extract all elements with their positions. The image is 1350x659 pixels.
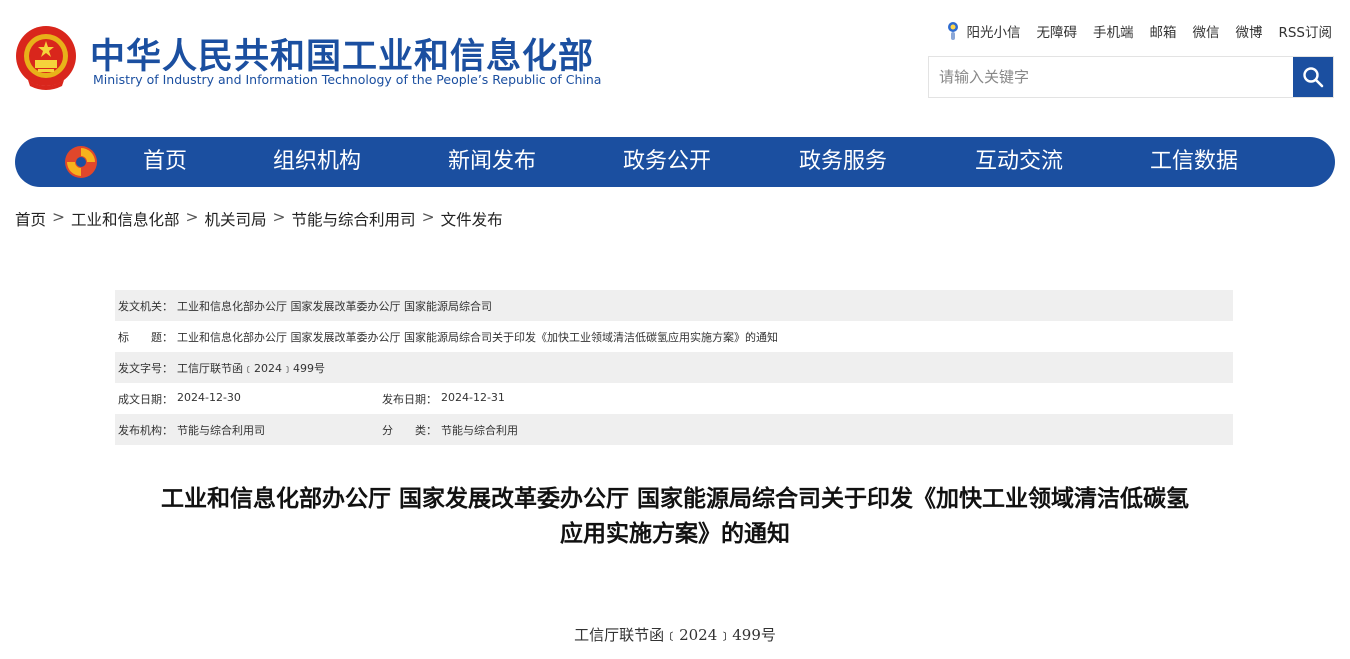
nav-item-data[interactable]: 工信数据 xyxy=(1150,137,1238,187)
site-header: 中华人民共和国工业和信息化部 Ministry of Industry and … xyxy=(0,0,1350,130)
meta-row-dates: 成文日期： 2024-12-30 发布日期： 2024-12-31 xyxy=(115,383,1233,414)
breadcrumb-separator: > xyxy=(272,208,286,226)
meta-label: 分 类： xyxy=(382,423,437,437)
meta-label: 成文日期： xyxy=(118,392,173,406)
national-emblem-icon[interactable] xyxy=(14,24,78,92)
meta-cell-org: 发布机构： 节能与综合利用司 xyxy=(118,422,382,438)
breadcrumb-department[interactable]: 节能与综合利用司 xyxy=(292,208,416,230)
nav-item-interaction[interactable]: 互动交流 xyxy=(975,137,1063,187)
breadcrumb-ministry[interactable]: 工业和信息化部 xyxy=(71,208,180,230)
nav-item-organization[interactable]: 组织机构 xyxy=(273,137,361,187)
top-link-label: 阳光小信 xyxy=(966,25,1021,41)
breadcrumb-separator: > xyxy=(185,208,199,226)
meta-value: 2024-12-31 xyxy=(441,390,505,404)
meta-row-doc-number: 发文字号： 工信厅联节函﹝2024﹞499号 xyxy=(115,352,1233,383)
breadcrumb-departments[interactable]: 机关司局 xyxy=(205,208,267,230)
search-input[interactable] xyxy=(929,57,1293,97)
meta-value: 工信厅联节函﹝2024﹞499号 xyxy=(177,361,325,375)
main-nav: 首页 组织机构 新闻发布 政务公开 政务服务 互动交流 工信数据 xyxy=(15,137,1335,187)
breadcrumb-separator: > xyxy=(52,208,66,226)
breadcrumb-current[interactable]: 文件发布 xyxy=(441,208,503,230)
miit-logo-icon[interactable] xyxy=(63,144,99,180)
meta-label: 发文字号： xyxy=(118,361,173,375)
document-title-line: 应用实施方案》的通知 xyxy=(560,521,790,547)
meta-value: 工业和信息化部办公厅 国家发展改革委办公厅 国家能源局综合司 xyxy=(177,299,492,313)
meta-value: 2024-12-30 xyxy=(177,390,241,404)
breadcrumb-home[interactable]: 首页 xyxy=(15,208,46,230)
nav-item-public-affairs[interactable]: 政务公开 xyxy=(623,137,711,187)
search-box xyxy=(928,56,1334,98)
breadcrumb-separator: > xyxy=(421,208,435,226)
top-link-wechat[interactable]: 微信 xyxy=(1192,21,1219,41)
meta-cell-created: 成文日期： 2024-12-30 xyxy=(118,391,382,407)
top-link-mobile[interactable]: 手机端 xyxy=(1093,21,1134,41)
top-links: 阳光小信 无障碍 手机端 邮箱 微信 微博 RSS订阅 xyxy=(944,20,1332,42)
top-link-sunshine[interactable]: 阳光小信 xyxy=(944,20,1020,42)
site-subtitle: Ministry of Industry and Information Tec… xyxy=(93,72,602,87)
nav-item-home[interactable]: 首页 xyxy=(143,137,187,187)
document-meta-table: 发文机关： 工业和信息化部办公厅 国家发展改革委办公厅 国家能源局综合司 标 题… xyxy=(115,290,1233,445)
meta-value: 节能与综合利用司 xyxy=(177,423,265,437)
meta-row-org: 发布机构： 节能与综合利用司 分 类： 节能与综合利用 xyxy=(115,414,1233,445)
document-number: 工信厅联节函﹝2024﹞499号 xyxy=(574,626,776,644)
mascot-icon xyxy=(948,22,959,40)
meta-label: 发文机关： xyxy=(118,299,173,313)
meta-label: 发布日期： xyxy=(382,392,437,406)
search-icon xyxy=(1303,67,1324,88)
meta-row-issuer: 发文机关： 工业和信息化部办公厅 国家发展改革委办公厅 国家能源局综合司 xyxy=(115,290,1233,321)
nav-item-services[interactable]: 政务服务 xyxy=(799,137,887,187)
meta-cell-published: 发布日期： 2024-12-31 xyxy=(382,391,505,407)
meta-row-title: 标 题： 工业和信息化部办公厅 国家发展改革委办公厅 国家能源局综合司关于印发《… xyxy=(115,321,1233,352)
meta-value: 节能与综合利用 xyxy=(441,423,518,437)
meta-value: 工业和信息化部办公厅 国家发展改革委办公厅 国家能源局综合司关于印发《加快工业领… xyxy=(177,330,778,344)
top-link-rss[interactable]: RSS订阅 xyxy=(1278,21,1332,41)
document-title: 工业和信息化部办公厅 国家发展改革委办公厅 国家能源局综合司关于印发《加快工业领… xyxy=(0,482,1350,552)
nav-item-news[interactable]: 新闻发布 xyxy=(448,137,536,187)
top-link-accessibility[interactable]: 无障碍 xyxy=(1036,21,1077,41)
search-button[interactable] xyxy=(1293,57,1333,97)
top-link-weibo[interactable]: 微博 xyxy=(1235,21,1262,41)
meta-label: 标 题： xyxy=(118,330,173,344)
top-link-mail[interactable]: 邮箱 xyxy=(1149,21,1176,41)
meta-label: 发布机构： xyxy=(118,423,173,437)
breadcrumb: 首页 > 工业和信息化部 > 机关司局 > 节能与综合利用司 > 文件发布 xyxy=(15,208,503,230)
meta-cell-category: 分 类： 节能与综合利用 xyxy=(382,422,518,438)
document-title-line: 工业和信息化部办公厅 国家发展改革委办公厅 国家能源局综合司关于印发《加快工业领… xyxy=(160,486,1189,512)
